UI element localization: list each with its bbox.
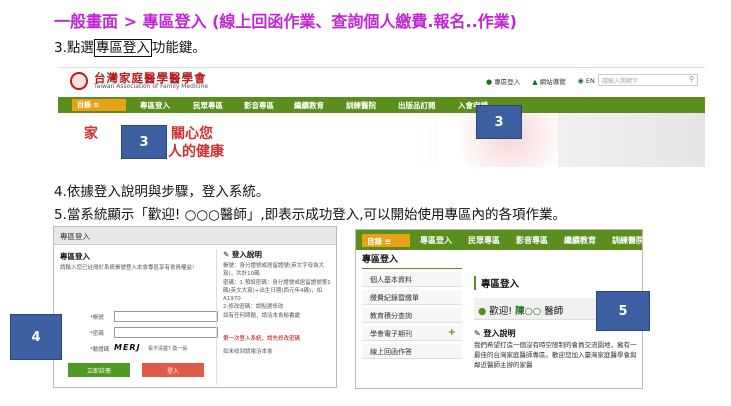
header-link-login[interactable]: ● 專區登入 — [486, 76, 520, 86]
login-guide-panel: ✎ 登入說明 帳號：身分證號或居留證號(英文字母為大寫)，共計10碼 密碼：1.… — [216, 249, 334, 385]
main-nav-bar: 目錄 ≡ 專區登入 民眾專區 影音專區 繼續教育 訓練醫院 出版品訂閱 入會申請 — [58, 97, 705, 113]
login-hint: 請輸入您已註冊於系統帳號登入本會專區享有會員權益! — [60, 265, 195, 271]
login-button[interactable]: 登入 — [142, 363, 204, 377]
step-4-instruction: 4.依據登入說明與步驟，登入系統。 — [54, 184, 270, 200]
menu-button[interactable]: 目錄 ≡ — [72, 99, 126, 111]
nav-item-video-zone[interactable]: 影音專區 — [244, 100, 274, 111]
callout-3-nav: 3 — [121, 125, 167, 159]
account-row: *帳號 — [60, 311, 218, 323]
sidebar-item-payments[interactable]: 繳費紀錄暨繳單 — [362, 290, 462, 305]
screenshot-login-form: 專區登入 專區登入 請輸入您已註冊於系統帳號登入本會專區享有會員權益! *帳號 … — [53, 226, 337, 388]
guide-heading: ✎ 登入說明 — [223, 250, 262, 259]
sidebar-divider — [362, 268, 462, 269]
guide-line-2: 密碼：1.預設密碼：身分證號或居留證號第1碼(英文大寫)+出生日期(西元年4碼)… — [223, 279, 331, 303]
login-heading: 專區登入 — [60, 252, 90, 261]
account-label: *帳號 — [90, 315, 104, 321]
callout-4: 4 — [10, 314, 62, 360]
register-button[interactable]: 立即註冊 — [68, 363, 130, 377]
guide-line-4: 如有任何問題，請洽本會秘書處 — [223, 312, 301, 319]
captcha-row: *驗證碼 MERJ 看不清楚? 換一張 — [60, 343, 202, 355]
guide-footer: 如未收到請電洽本會 — [223, 348, 273, 355]
sitemap-icon: ▲ — [532, 78, 538, 86]
banner-text-part-3: 人的健康 — [168, 144, 224, 160]
member-main-heading: 專區登入 — [474, 276, 519, 290]
login-page-header: 專區登入 — [54, 227, 336, 245]
header-link-sitemap[interactable]: ▲ 網站導覽 — [532, 76, 565, 86]
logo-subtitle: Taiwan Association of Family Medicine — [94, 83, 209, 90]
page-title: 一般畫面 > 專區登入 (線上回函作業、查詢個人繳費.報名..作業) — [54, 12, 517, 31]
password-row: *密碼 — [60, 327, 218, 339]
captcha-refresh-link[interactable]: 看不清楚? 換一張 — [148, 345, 187, 352]
guide-note[interactable]: 第一次登入系統，請先修改密碼 — [223, 334, 334, 342]
expand-plus-icon[interactable]: + — [448, 327, 456, 338]
captcha-label: *驗證碼 — [90, 347, 110, 353]
member-nav-video[interactable]: 影音專區 — [516, 235, 548, 246]
member-nav-public[interactable]: 民眾專區 — [468, 235, 500, 246]
member-guide-text: 我們希望打造一個沒有時空限制的會員交流園地，擁有一最佳的台灣家庭醫師專區。歡迎您… — [474, 341, 637, 370]
member-sidebar-heading: 專區登入 — [362, 255, 399, 265]
nav-item-public-zone[interactable]: 民眾專區 — [193, 100, 223, 111]
member-nav-education[interactable]: 繼續教育 — [564, 235, 596, 246]
callout-5: 5 — [596, 291, 650, 331]
password-input[interactable] — [114, 327, 218, 338]
callout-3-header: 3 — [476, 105, 522, 139]
member-nav-login[interactable]: 專區登入 — [420, 235, 452, 246]
sidebar-item-profile[interactable]: 個人基本資料 — [362, 272, 462, 287]
member-guide-heading: ✎ 登入說明 — [474, 329, 516, 338]
user-icon: ● — [486, 78, 493, 86]
user-icon: ● — [478, 306, 487, 317]
password-label: *密碼 — [90, 331, 104, 337]
nav-item-training-hospitals[interactable]: 訓練醫院 — [346, 100, 376, 111]
step-5-instruction: 5.當系統顯示「歡迎! ○○○醫師」,即表示成功登入,可以開始使用專區內的各項作… — [54, 207, 567, 223]
header-link-english[interactable]: ◉ EN — [578, 77, 595, 85]
banner-text-part-2: 關心您 — [171, 126, 213, 142]
search-icon[interactable]: ⚲ — [689, 75, 694, 83]
account-input[interactable] — [114, 311, 218, 322]
sidebar-item-survey[interactable]: 線上回函作答 — [362, 344, 462, 359]
site-header: 台灣家庭醫學醫學會 Taiwan Association of Family M… — [58, 68, 705, 94]
sidebar-item-ejournal[interactable]: 學會電子期刊 + — [362, 326, 462, 341]
step-3-instruction: 3.點選 專區登入 功能鍵。 — [54, 36, 206, 57]
nav-item-member-login[interactable]: 專區登入 — [140, 100, 170, 111]
member-nav-hospitals[interactable]: 訓練醫院 — [612, 235, 642, 246]
nav-item-continuing-education[interactable]: 繼續教育 — [294, 100, 324, 111]
guide-line-3: 2.修改密碼：請點選修改 — [223, 304, 284, 311]
member-nav-bar: 目錄 ≡ 專區登入 民眾專區 影音專區 繼續教育 訓練醫院 — [356, 230, 642, 250]
site-search-input[interactable]: 請輸入關鍵字 ⚲ — [598, 74, 698, 86]
member-menu-button[interactable]: 目錄 ≡ — [362, 234, 410, 247]
captcha-image: MERJ — [114, 343, 141, 352]
sidebar-item-credits[interactable]: 教育積分查詢 — [362, 308, 462, 323]
banner-text-part-1: 家 — [84, 126, 98, 142]
step-3-suffix: 功能鍵。 — [151, 40, 206, 56]
header-links: ● 專區登入 ▲ 網站導覽 ◉ EN — [486, 76, 595, 86]
nav-item-publications[interactable]: 出版品訂閱 — [398, 100, 436, 111]
step-3-prefix: 3.點選 — [54, 40, 94, 56]
welcome-user-name: 陳○○ — [515, 306, 542, 317]
step-3-boxed-term: 專區登入 — [93, 39, 152, 57]
association-logo-icon — [70, 72, 88, 90]
guide-line-1: 帳號：身分證號或居留證號(英文字母為大寫)，共計10碼 — [223, 263, 325, 278]
globe-icon: ◉ — [577, 77, 584, 85]
